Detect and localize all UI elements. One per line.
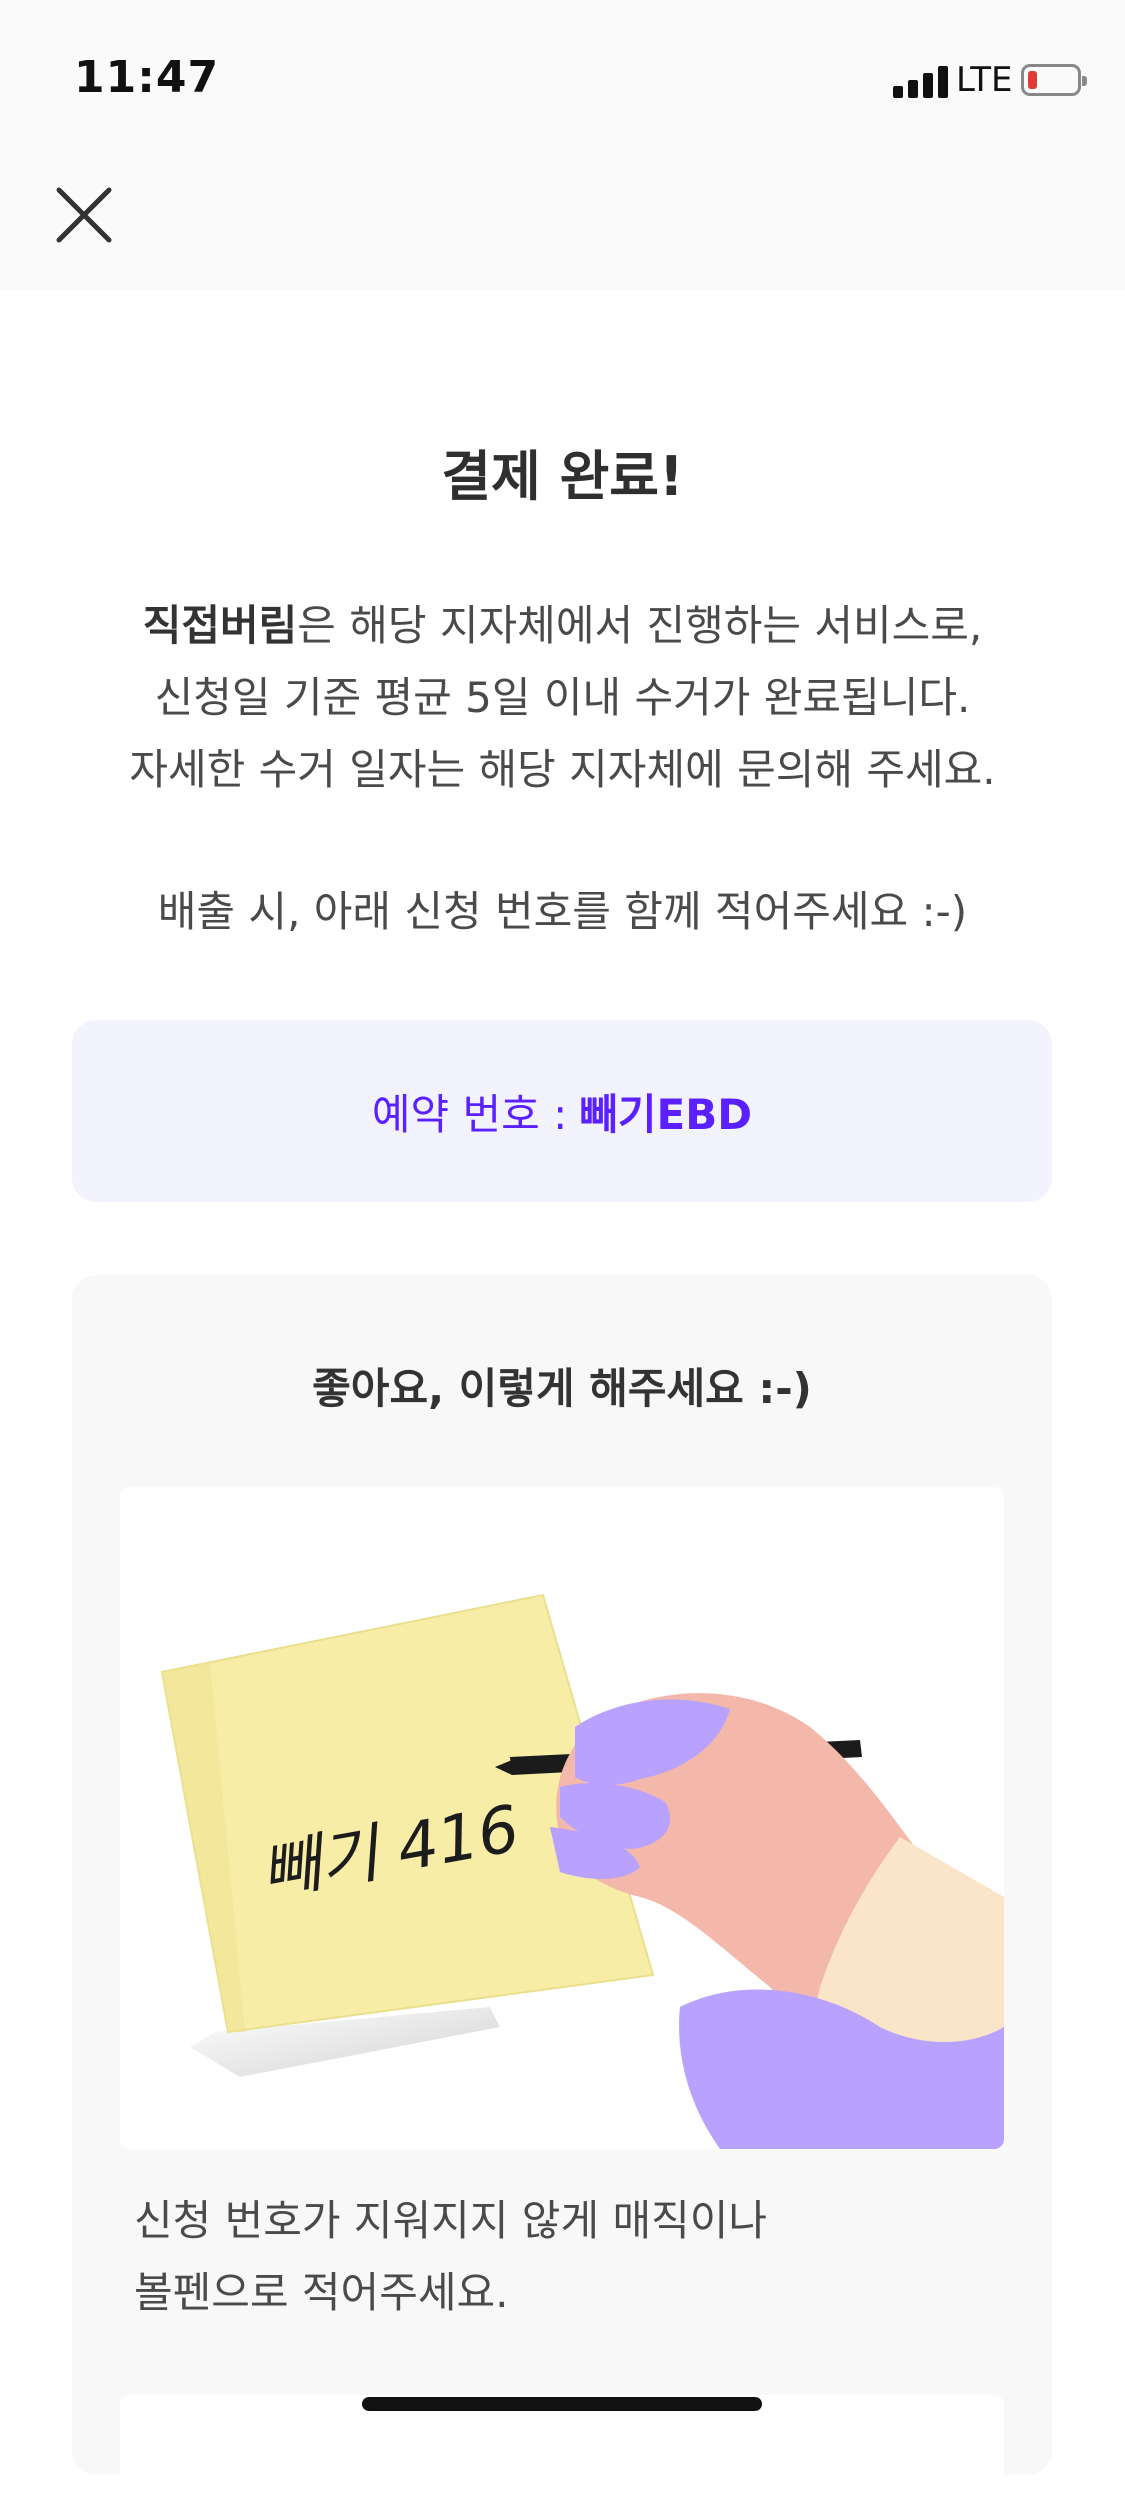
description: 직접버림은 해당 지자체에서 진행하는 서비스로, 신청일 기준 평균 5일 이… [0, 590, 1125, 806]
signal-icon [893, 66, 953, 98]
instruction-note: 배출 시, 아래 신청 번호를 함께 적어주세요 :-) [157, 887, 968, 936]
status-bar: 11:47 LTE [0, 0, 1125, 140]
close-icon [56, 187, 112, 243]
home-indicator[interactable] [362, 2397, 762, 2411]
desc-line1: 은 해당 지자체에서 진행하는 서비스로, [297, 601, 983, 650]
header [0, 140, 1125, 290]
guide-title: 좋아요, 이렇게 해주세요 :-) [312, 1364, 812, 1413]
battery-icon [1021, 64, 1087, 96]
guide-text-line2: 볼펜으로 적어주세요. [134, 2268, 509, 2317]
guide-text: 신청 번호가 지워지지 않게 매직이나 볼펜으로 적어주세요. [134, 2185, 994, 2329]
guide-text-line1: 신청 번호가 지워지지 않게 매직이나 [134, 2196, 768, 2245]
reservation-box: 예약 번호 : 빼기EBD [72, 1020, 1052, 1202]
desc-bold-service: 직접버림 [142, 601, 298, 650]
page-title: 결제 완료! [441, 445, 684, 508]
status-time: 11:47 [74, 52, 220, 103]
reservation-label: 예약 번호 : [371, 1089, 568, 1139]
close-button[interactable] [44, 170, 124, 260]
sticky-note-illustration: 빼기 416 [120, 1487, 1004, 2149]
network-label: LTE [956, 60, 1013, 100]
guide-card: 좋아요, 이렇게 해주세요 :-) 빼기 416 신청 번호가 지워지지 않게 … [72, 1275, 1052, 2495]
reservation-number: 빼기EBD [579, 1089, 753, 1139]
desc-line3: 자세한 수거 일자는 해당 지자체에 문의해 주세요. [129, 745, 996, 794]
desc-line2: 신청일 기준 평균 5일 이내 수거가 완료됩니다. [154, 673, 971, 722]
